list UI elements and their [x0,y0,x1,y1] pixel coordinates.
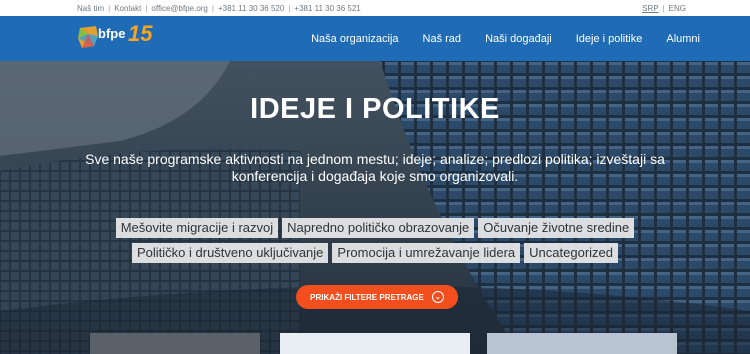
link-phone-2[interactable]: +381 11 30 36 521 [294,4,360,13]
top-contacts: Naš tim | Kontakt | office@bfpe.org | +381 11 … [77,4,361,13]
language-switcher: SRP | ENG [642,4,686,13]
separator: | [108,4,111,13]
link-email[interactable]: office@bfpe.org [151,4,207,13]
separator: | [288,4,291,13]
chevron-down-icon: ⌄ [431,291,444,303]
post-card-image[interactable] [280,333,470,354]
nav-our-organization[interactable]: Naša organizacija [311,33,398,45]
category-tags: Mešovite migracije i razvoj Napredno pol… [70,218,680,263]
page-subtitle: Sve naše programske aktivnosti na jednom… [85,151,665,184]
link-our-team[interactable]: Naš tim [77,4,104,13]
nav-ideas-and-policies[interactable]: Ideje i politike [576,33,643,45]
lang-srp[interactable]: SRP [642,4,658,13]
post-card-image[interactable] [487,333,677,354]
nav-alumni[interactable]: Alumni [666,33,700,45]
logo-mark-icon [78,26,98,48]
site-logo[interactable]: bfpe 15 [76,21,158,53]
primary-nav: Naša organizacija Naš rad Naši događaji … [311,16,700,61]
hero-section: IDEJE I POLITIKE Sve naše programske akt… [0,61,750,354]
main-navbar: bfpe 15 Naša organizacija Naš rad Naši d… [0,16,750,61]
separator: | [145,4,148,13]
tag-uncategorized[interactable]: Uncategorized [524,243,618,263]
lang-eng[interactable]: ENG [669,4,686,13]
link-phone-1[interactable]: +381 11 30 36 520 [218,4,284,13]
nav-our-events[interactable]: Naši događaji [485,33,552,45]
tag-environment-protection[interactable]: Očuvanje životne sredine [478,218,635,238]
link-contact[interactable]: Kontakt [114,4,141,13]
logo-number: 15 [128,21,153,46]
top-bar: Naš tim | Kontakt | office@bfpe.org | +381 11 … [0,0,750,16]
post-card-image[interactable] [90,333,260,354]
show-filters-button[interactable]: PRIKAŽI FILTERE PRETRAGE ⌄ [296,285,458,309]
separator: | [211,4,214,13]
nav-our-work[interactable]: Naš rad [423,33,462,45]
tag-mixed-migration[interactable]: Mešovite migracije i razvoj [115,218,279,238]
logo-text: bfpe [98,26,126,41]
page-title: IDEJE I POLITIKE [250,93,500,125]
separator: | [662,4,665,13]
show-filters-label: PRIKAŽI FILTERE PRETRAGE [310,292,424,302]
tag-leader-networking[interactable]: Promocija i umrežavanje lidera [332,243,521,263]
tag-political-social-inclusion[interactable]: Političko i društveno uključivanje [131,243,329,263]
tag-advanced-political-education[interactable]: Napredno političko obrazovanje [282,218,475,238]
